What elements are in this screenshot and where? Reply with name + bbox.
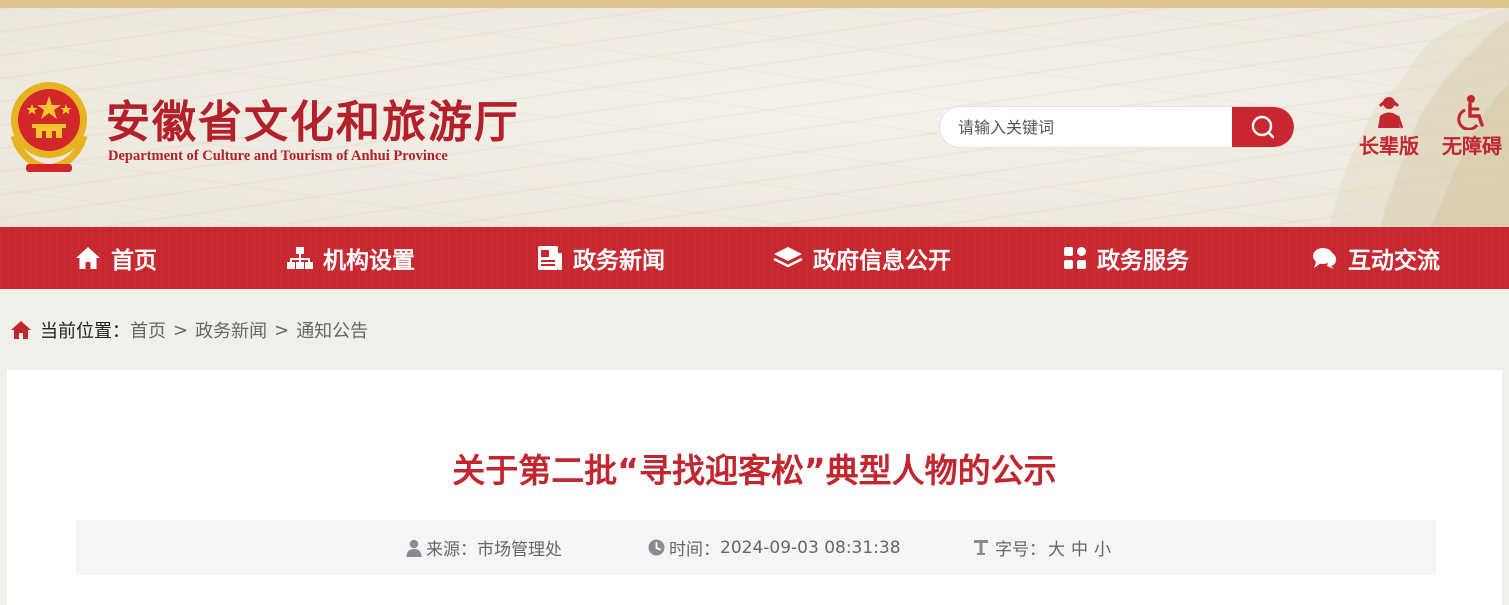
nav-item-info-disclosure[interactable]: 政府信息公开 <box>773 227 951 289</box>
nav-item-organization[interactable]: 机构设置 <box>287 227 415 289</box>
elder-mode-button[interactable]: 长辈版 <box>1353 94 1425 159</box>
article-source: 来源： 市场管理处 <box>406 520 562 575</box>
nav-label-interaction: 互动交流 <box>1348 248 1440 274</box>
text-size-icon <box>974 540 988 555</box>
main-nav: 首页 机构设置 政务新闻 政府信息公开 政务服务 互动交流 <box>0 227 1509 289</box>
elder-mode-label: 长辈版 <box>1359 134 1419 158</box>
breadcrumb-link-home[interactable]: 首页 <box>130 317 166 343</box>
accessibility-button[interactable]: 无障碍 <box>1436 94 1508 159</box>
breadcrumb-separator: > <box>173 319 189 341</box>
nav-label-info-disclosure: 政府信息公开 <box>813 248 951 274</box>
accessibility-icon <box>1457 95 1484 130</box>
nav-item-services[interactable]: 政务服务 <box>1063 227 1189 289</box>
breadcrumb: 当前位置： 首页 > 政务新闻 > 通知公告 <box>10 316 368 344</box>
user-icon <box>406 539 422 557</box>
search-input[interactable] <box>940 107 1232 147</box>
time-value: 2024-09-03 08:31:38 <box>720 537 901 558</box>
elder-icon <box>1378 97 1404 129</box>
breadcrumb-link-news[interactable]: 政务新闻 <box>195 317 267 343</box>
breadcrumb-label: 当前位置： <box>40 321 130 342</box>
nav-label-home: 首页 <box>111 248 157 274</box>
source-label: 来源： <box>426 540 477 560</box>
site-header: 安徽省文化和旅游厅 Department of Culture and Tour… <box>0 8 1509 227</box>
national-emblem <box>10 82 88 172</box>
news-icon <box>538 246 562 270</box>
font-size-small-button[interactable]: 小 <box>1094 535 1111 560</box>
article-time: 时间： 2024-09-03 08:31:38 <box>648 520 901 575</box>
article-title: 关于第二批“寻找迎客松”典型人物的公示 <box>452 451 1057 490</box>
nav-item-interaction[interactable]: 互动交流 <box>1312 227 1440 289</box>
home-icon <box>11 321 31 339</box>
nav-item-news[interactable]: 政务新闻 <box>537 227 665 289</box>
clock-icon <box>648 539 665 556</box>
breadcrumb-separator: > <box>274 319 290 341</box>
font-size-large-button[interactable]: 大 <box>1048 535 1065 560</box>
top-strip <box>0 0 1509 8</box>
grid-icon <box>1064 247 1086 269</box>
chat-icon <box>1313 248 1337 269</box>
site-subtitle: Department of Culture and Tourism of Anh… <box>108 148 448 164</box>
accessibility-label: 无障碍 <box>1442 134 1502 158</box>
font-size-control: 字号： 大 中 小 <box>973 520 1111 575</box>
search-button[interactable] <box>1232 107 1294 147</box>
nav-label-services: 政务服务 <box>1097 248 1189 274</box>
nav-label-news: 政务新闻 <box>573 248 665 274</box>
source-value: 市场管理处 <box>477 540 562 560</box>
search-icon <box>1251 115 1275 139</box>
nav-item-home[interactable]: 首页 <box>75 227 157 289</box>
font-size-medium-button[interactable]: 中 <box>1071 535 1088 560</box>
org-chart-icon <box>287 247 313 269</box>
article-meta-bar: 来源： 市场管理处 时间： 2024-09-03 08:31:38 字号： 大 … <box>76 520 1436 575</box>
article-panel: 关于第二批“寻找迎客松”典型人物的公示 来源： 市场管理处 时间： 2024-0… <box>7 370 1502 605</box>
layers-icon <box>773 247 803 268</box>
time-label: 时间： <box>669 540 720 560</box>
search-box <box>940 107 1294 147</box>
nav-label-organization: 机构设置 <box>323 248 415 274</box>
font-size-label: 字号： <box>995 540 1046 560</box>
breadcrumb-link-notices[interactable]: 通知公告 <box>296 317 368 343</box>
home-icon <box>76 247 100 269</box>
site-title: 安徽省文化和旅游厅 <box>106 97 520 148</box>
